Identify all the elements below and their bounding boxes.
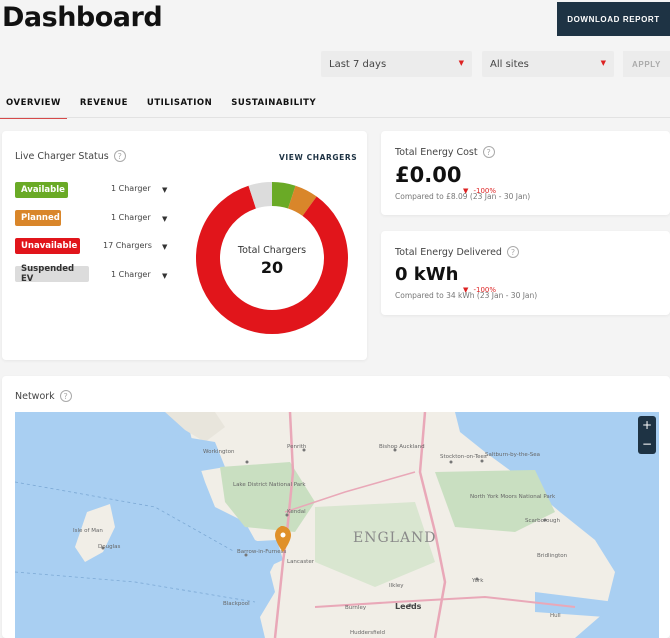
status-count: 1 Charger: [111, 213, 151, 222]
map-label: Hull: [550, 613, 561, 619]
status-badge: Suspended EV: [15, 264, 89, 284]
energy-cost-compare: Compared to £8.09 (23 Jan - 30 Jan): [395, 192, 531, 201]
map-label: Leeds: [395, 602, 422, 611]
energy-cost-value: £0.00: [395, 163, 462, 187]
status-row-unavailable[interactable]: Unavailable: [15, 237, 80, 254]
charger-status-title: Live Charger Status: [15, 150, 109, 162]
tab-utilisation[interactable]: UTILISATION: [141, 92, 218, 119]
apply-button[interactable]: APPLY: [623, 51, 670, 77]
map-region-label: ENGLAND: [353, 530, 437, 546]
energy-delivered-compare: Compared to 34 kWh (23 Jan - 30 Jan): [395, 291, 538, 300]
map-label: Kendal: [287, 509, 306, 515]
page-title: Dashboard: [2, 2, 163, 33]
chevron-down-icon[interactable]: ▼: [162, 186, 167, 194]
tab-revenue[interactable]: REVENUE: [74, 92, 134, 119]
status-badge: Planned: [15, 209, 61, 226]
chevron-down-icon: ▼: [458, 59, 464, 67]
energy-delivered-value: 0 kWh: [395, 264, 459, 285]
donut-segment-available[interactable]: [271, 182, 296, 209]
tab-bar: OVERVIEW REVENUE UTILISATION SUSTAINABIL…: [0, 92, 329, 119]
energy-delivered-title: Total Energy Delivered: [395, 246, 502, 258]
map-label: Penrith: [287, 444, 307, 450]
map-label: Douglas: [98, 544, 120, 550]
map-label: Burnley: [345, 605, 367, 611]
map-label: Bridlington: [537, 553, 568, 559]
tabs-divider: [0, 117, 670, 118]
download-report-button[interactable]: DOWNLOAD REPORT: [557, 2, 670, 36]
map-label: Lake District National Park: [233, 482, 306, 488]
help-icon[interactable]: ?: [506, 246, 519, 258]
map-label: Bishop Auckland: [379, 444, 425, 450]
donut-segment-planned[interactable]: [287, 185, 317, 217]
status-row-planned[interactable]: Planned: [15, 209, 61, 226]
map-label: Huddersfield: [350, 630, 385, 636]
zoom-out-button[interactable]: −: [638, 435, 656, 454]
energy-cost-title: Total Energy Cost: [395, 146, 478, 158]
chevron-down-icon: ▼: [600, 59, 606, 67]
energy-delivered-header: Total Energy Delivered ?: [395, 246, 519, 258]
map-label: York: [471, 578, 484, 584]
map-label: Ilkley: [389, 583, 404, 589]
energy-cost-card: Total Energy Cost ? £0.00 ▼ -100% Compar…: [381, 131, 670, 215]
status-count: 1 Charger: [111, 184, 151, 193]
charger-donut-chart: Total Chargers 20: [196, 182, 348, 334]
period-select-value: Last 7 days: [329, 58, 387, 70]
network-map[interactable]: Penrith Workington Bishop Auckland Stock…: [15, 412, 659, 638]
tab-overview[interactable]: OVERVIEW: [0, 92, 67, 119]
chevron-down-icon[interactable]: ▼: [162, 243, 167, 251]
donut-segment-suspended-ev[interactable]: [248, 182, 273, 209]
map-label: Lancaster: [287, 559, 315, 565]
map-label: Barrow-in-Furness: [237, 549, 287, 555]
charger-status-header: Live Charger Status ?: [15, 150, 126, 162]
sites-select[interactable]: All sites ▼: [482, 51, 614, 77]
network-title: Network: [15, 390, 55, 402]
map-label: Stockton-on-Tees: [440, 454, 487, 460]
status-row-suspended-ev[interactable]: Suspended EV: [15, 264, 89, 284]
chevron-down-icon[interactable]: ▼: [162, 215, 167, 223]
tab-sustainability[interactable]: SUSTAINABILITY: [225, 92, 322, 119]
zoom-in-button[interactable]: +: [638, 416, 656, 435]
donut-label: Total Chargers: [237, 245, 306, 256]
status-count: 17 Chargers: [103, 241, 152, 250]
view-chargers-link[interactable]: VIEW CHARGERS: [279, 153, 357, 162]
help-icon[interactable]: ?: [113, 150, 126, 162]
map-label: Workington: [203, 449, 235, 455]
status-count: 1 Charger: [111, 270, 151, 279]
map-zoom-control: + −: [638, 416, 656, 454]
help-icon[interactable]: ?: [482, 146, 495, 158]
network-header: Network ?: [15, 390, 72, 402]
help-icon[interactable]: ?: [59, 390, 72, 402]
donut-total: 20: [261, 258, 283, 277]
map-canvas[interactable]: Penrith Workington Bishop Auckland Stock…: [15, 412, 659, 638]
energy-delivered-card: Total Energy Delivered ? 0 kWh ▼ -100% C…: [381, 231, 670, 315]
map-label: North York Moors National Park: [470, 494, 556, 500]
status-badge: Available: [15, 181, 68, 198]
map-label: Isle of Man: [73, 528, 103, 534]
map-label: Saltburn-by-the-Sea: [485, 452, 540, 458]
status-badge: Unavailable: [15, 237, 80, 254]
energy-cost-header: Total Energy Cost ?: [395, 146, 495, 158]
chevron-down-icon[interactable]: ▼: [162, 272, 167, 280]
map-label: Scarborough: [525, 518, 560, 524]
period-select[interactable]: Last 7 days ▼: [321, 51, 472, 77]
sites-select-value: All sites: [490, 58, 529, 70]
map-label: Blackpool: [223, 601, 250, 607]
status-row-available[interactable]: Available: [15, 181, 68, 198]
